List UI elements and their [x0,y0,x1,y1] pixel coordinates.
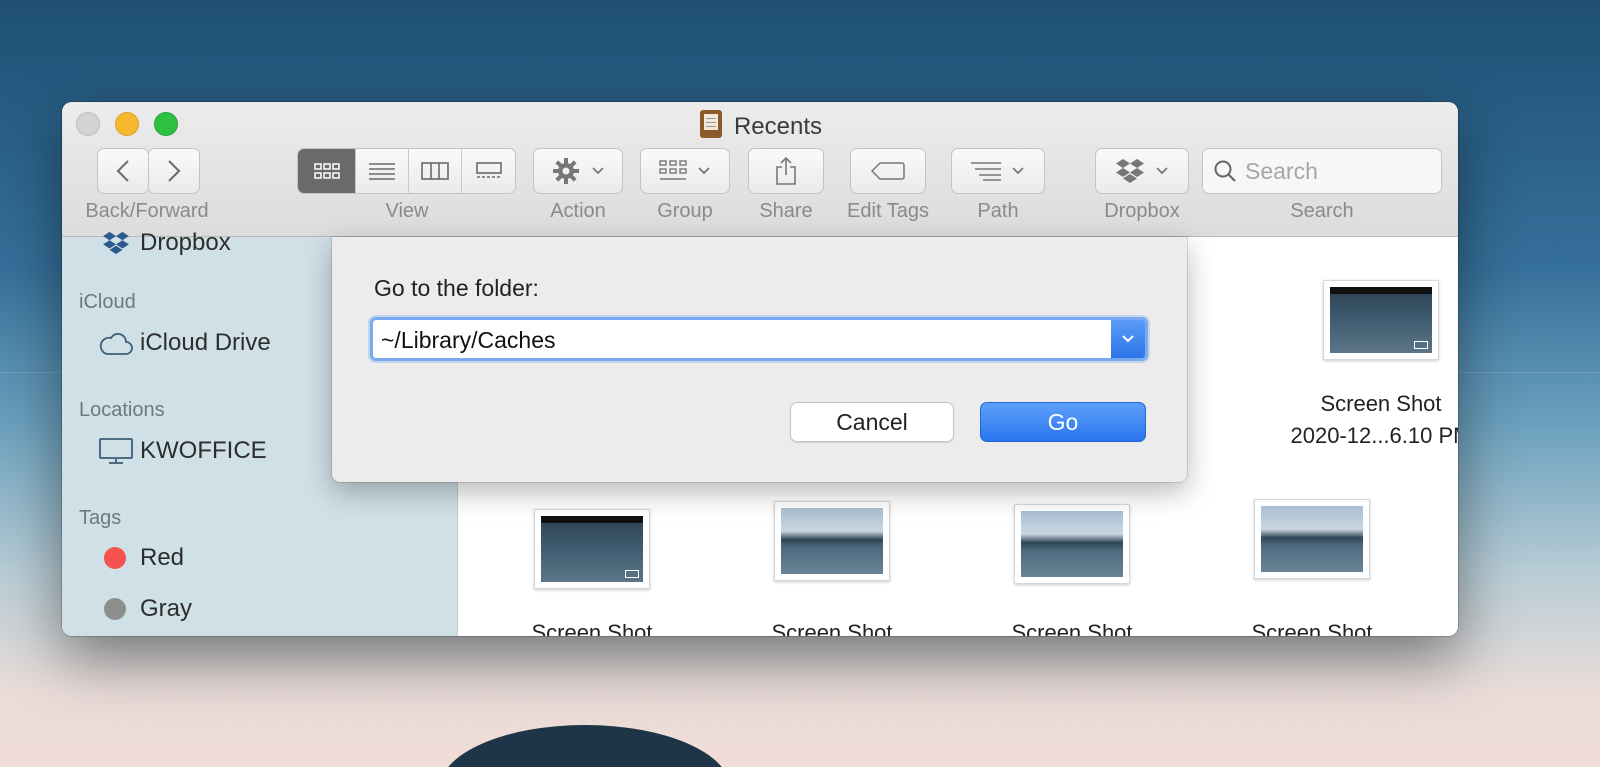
sidebar-item-label: Gray [140,595,193,622]
window-title: Recents [62,110,1458,141]
recents-icon [698,110,724,138]
file-thumbnail[interactable] [1014,504,1130,584]
folder-path-combobox[interactable] [370,317,1148,361]
back-forward-label: Back/Forward [85,200,209,222]
path-icon [971,162,1001,181]
path-history-dropdown[interactable] [1111,320,1145,358]
file-thumbnail[interactable] [534,509,650,589]
share-button[interactable] [748,148,824,194]
edit-tags-label: Edit Tags [847,200,929,222]
toolbar: Recents Back/Forward View Action Group S… [62,102,1458,237]
group-button[interactable] [640,148,730,194]
sidebar-item-icloud-drive[interactable]: iCloud Drive [98,329,271,357]
dropbox-icon [1116,159,1144,183]
file-name[interactable]: Screen Shot 2020-12...6.10 PM [1271,388,1458,452]
icon-grid-icon [313,163,340,179]
list-icon [369,163,395,180]
desktop-island [440,725,730,767]
chevron-down-icon [1122,335,1134,343]
gallery-view-button[interactable] [462,149,515,193]
file-name[interactable]: Screen Shot [962,617,1182,636]
sidebar-item-kwoffice[interactable]: KWOFFICE [98,437,267,465]
sidebar-item-label: KWOFFICE [140,437,267,464]
file-name[interactable]: Screen Shot [482,617,702,636]
go-button[interactable]: Go [980,402,1146,442]
back-button[interactable] [97,148,149,194]
window-title-text: Recents [733,113,823,140]
search-label: Search [1290,200,1354,222]
chevron-down-icon [1156,167,1168,175]
computer-icon [98,437,134,465]
dropbox-icon [98,229,134,257]
file-thumbnail[interactable] [774,501,890,581]
view-segmented-control [297,148,516,194]
path-label: Path [977,200,1019,222]
share-icon [776,156,796,185]
sidebar-item-label: iCloud Drive [140,329,271,356]
sidebar-section-locations: Locations [79,399,165,421]
chevron-down-icon [698,167,710,175]
list-view-button[interactable] [356,149,409,193]
sidebar-item-tag-red[interactable]: Red [98,544,184,572]
action-label: Action [550,200,606,222]
action-button[interactable] [533,148,623,194]
dropbox-button[interactable] [1095,148,1189,194]
chevron-right-icon [168,160,181,182]
column-view-button[interactable] [409,149,462,193]
sidebar-item-label: Dropbox [140,229,231,256]
folder-path-input[interactable] [381,324,1081,356]
cancel-button[interactable]: Cancel [790,402,954,442]
tag-icon [871,162,905,180]
sidebar-item-tag-gray[interactable]: Gray [98,595,192,623]
cloud-icon [98,329,134,357]
columns-icon [421,162,449,180]
file-name[interactable]: Screen Shot [1202,617,1422,636]
gallery-icon [475,162,502,178]
dialog-prompt: Go to the folder: [374,275,539,301]
search-field[interactable] [1202,148,1442,194]
file-thumbnail[interactable] [1254,499,1370,579]
go-to-folder-dialog: Go to the folder: Cancel Go [332,237,1187,482]
red-tag-icon [104,547,126,569]
forward-button[interactable] [148,148,200,194]
chevron-down-icon [592,167,604,175]
search-icon [1214,160,1236,182]
view-label: View [385,200,429,222]
sidebar-item-label: Red [140,544,185,571]
file-thumbnail[interactable] [1323,280,1439,360]
file-name[interactable]: Screen Shot [722,617,942,636]
gray-tag-icon [104,598,126,620]
icon-view-button[interactable] [298,149,356,193]
gear-icon [553,158,579,184]
chevron-left-icon [116,160,129,182]
search-input[interactable] [1245,157,1435,185]
sidebar-section-icloud: iCloud [79,291,136,313]
group-icon [659,160,687,180]
edit-tags-button[interactable] [850,148,926,194]
sidebar-section-tags: Tags [79,507,122,529]
dropbox-label: Dropbox [1104,200,1180,222]
chevron-down-icon [1012,167,1024,175]
path-button[interactable] [951,148,1045,194]
finder-window: Recents Back/Forward View Action Group S… [62,102,1458,636]
sidebar-item-dropbox[interactable]: Dropbox [98,229,231,257]
